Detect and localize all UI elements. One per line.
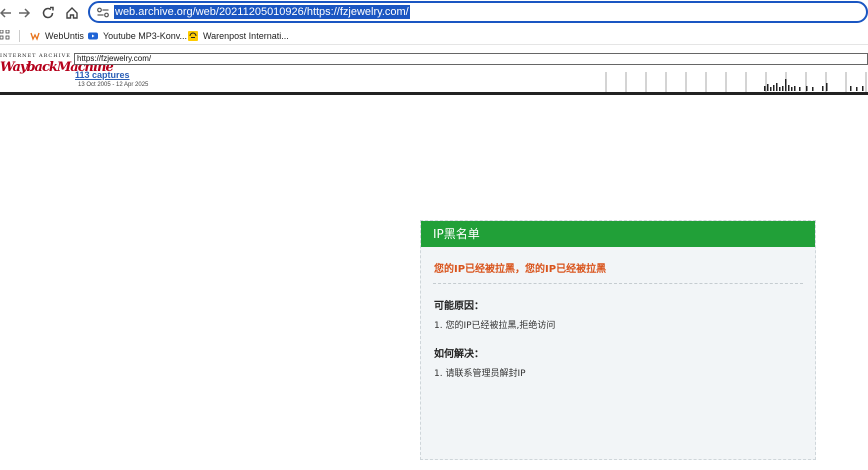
ip-blacklist-panel: IP黑名单 您的IP已经被拉黑，您的IP已经被拉黑 可能原因： 1. 您的IP已… <box>420 220 816 460</box>
bookmark-youtube-mp3[interactable]: Youtube MP3-Konv... <box>88 29 187 43</box>
reason-heading: 可能原因： <box>434 301 484 312</box>
arrow-right-icon <box>19 8 31 18</box>
webuntis-icon <box>30 32 40 41</box>
bookmarks-separator <box>19 30 20 42</box>
captures-sparkline[interactable] <box>600 70 868 92</box>
arrow-left-icon <box>0 8 11 18</box>
bookmark-warenpost[interactable]: Warenpost Internati... <box>188 29 289 43</box>
deutsche-post-icon <box>188 31 198 41</box>
address-text[interactable]: web.archive.org/web/20211205010926/https… <box>114 5 410 19</box>
wayback-url-input[interactable]: https://fzjewelry.com/ <box>74 53 868 65</box>
solution-heading: 如何解决： <box>434 349 484 360</box>
reload-icon <box>42 6 54 19</box>
youtube-icon <box>88 32 98 40</box>
bookmark-webuntis[interactable]: WebUntis <box>30 29 84 43</box>
capture-date-range: 13 Oct 2005 - 12 Apr 2025 <box>78 82 149 88</box>
reload-button[interactable] <box>38 3 58 23</box>
captures-link[interactable]: 113 captures <box>75 70 130 80</box>
divider <box>433 283 803 284</box>
site-settings-icon[interactable] <box>96 6 110 19</box>
home-button[interactable] <box>62 3 82 23</box>
home-icon <box>66 7 78 19</box>
blacklist-alert: 您的IP已经被拉黑，您的IP已经被拉黑 <box>434 264 607 275</box>
solution-item: 1. 请联系管理员解封IP <box>434 369 526 379</box>
wayback-toolbar-border <box>0 92 868 95</box>
browser-toolbar: web.archive.org/web/20211205010926/https… <box>0 0 868 26</box>
forward-button[interactable] <box>14 3 34 23</box>
apps-grid-icon[interactable] <box>0 30 10 40</box>
bookmark-label: Warenpost Internati... <box>203 31 289 41</box>
wayback-logo[interactable]: INTERNET ARCHIVE WaybackMachine <box>0 53 114 83</box>
address-bar[interactable]: web.archive.org/web/20211205010926/https… <box>88 1 868 23</box>
bookmark-label: WebUntis <box>45 31 84 41</box>
internet-archive-text: INTERNET ARCHIVE <box>0 53 71 59</box>
reason-item: 1. 您的IP已经被拉黑,拒绝访问 <box>434 321 556 331</box>
bookmark-label: Youtube MP3-Konv... <box>103 31 188 41</box>
panel-title: IP黑名单 <box>421 221 815 247</box>
